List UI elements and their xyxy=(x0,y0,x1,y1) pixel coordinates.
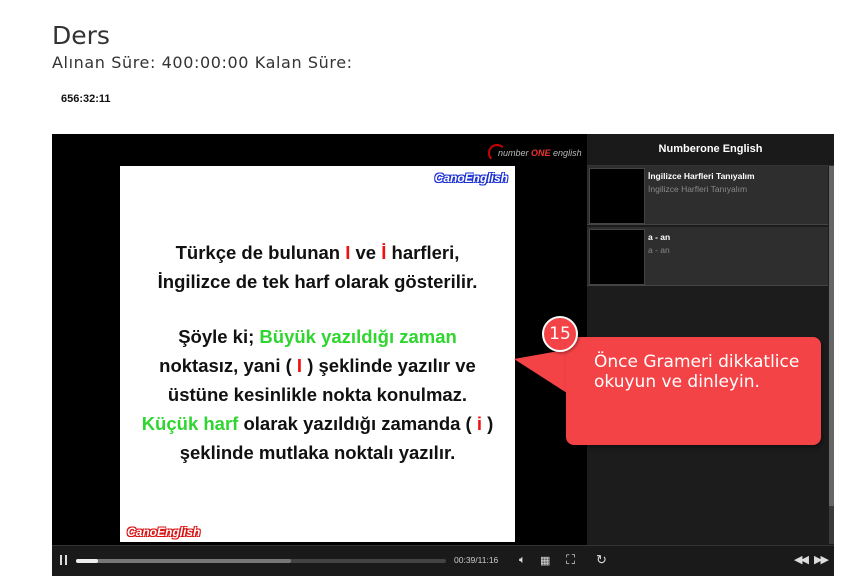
time-info: Alınan Süre: 400:00:00 Kalan Süre: xyxy=(52,53,353,72)
progress-bar[interactable] xyxy=(76,559,446,563)
countdown-timer: 656:32:11 xyxy=(61,93,111,105)
playlist-item[interactable]: İngilizce Harfleri Tanıyalım İngilizce H… xyxy=(587,166,828,225)
hd-icon[interactable]: ▦ xyxy=(540,554,550,567)
slide-line: Türkçe de bulunan I ve İ harfleri, xyxy=(175,242,460,263)
playlist-item-title: İngilizce Harfleri Tanıyalım xyxy=(648,171,755,181)
video-screen[interactable]: number ONE english CanoEnglish Türkçe de… xyxy=(52,134,587,545)
slide-line: üstüne kesinlikle nokta konulmaz. xyxy=(167,384,468,405)
progress-played xyxy=(76,559,99,563)
previous-icon[interactable]: ◀◀ xyxy=(794,553,809,566)
channel-logo: number ONE english xyxy=(488,144,582,162)
playlist-item[interactable]: a - an a - an xyxy=(587,227,828,286)
playlist-title: Numberone English xyxy=(587,134,834,166)
callout-text: Önce Grameri dikkatlice okuyun ve dinley… xyxy=(594,352,800,392)
logo-swoosh-icon xyxy=(488,144,506,162)
step-badge: 15 xyxy=(542,316,578,352)
fullscreen-icon[interactable]: ⛶ xyxy=(566,552,575,568)
tutorial-callout: Önce Grameri dikkatlice okuyun ve dinley… xyxy=(566,337,821,445)
time-display: 00:39/11:16 xyxy=(454,555,499,565)
playlist-scrollbar[interactable] xyxy=(829,166,834,544)
volume-icon[interactable]: 🔈︎ xyxy=(519,554,526,567)
slide-brand-logo: CanoEnglish xyxy=(434,171,508,185)
slide-brand-logo: CanoEnglish xyxy=(127,525,201,539)
slide-text: Türkçe de bulunan I ve İ harfleri, İngil… xyxy=(120,238,515,467)
page-title: Ders xyxy=(52,20,110,50)
playlist-item-desc: a - an xyxy=(648,245,670,255)
refresh-icon[interactable]: ↻ xyxy=(596,552,607,568)
slide-line: Şöyle ki; Büyük yazıldığı zaman xyxy=(178,326,457,347)
playlist-thumbnail xyxy=(589,229,645,285)
playlist-item-title: a - an xyxy=(648,232,671,242)
playlist-item-desc: İngilizce Harfleri Tanıyalım xyxy=(648,184,748,194)
slide-line: noktasız, yani ( I ) şeklinde yazılır ve xyxy=(159,355,476,376)
slide-line: Küçük harf olarak yazıldığı zamanda ( i … xyxy=(141,413,494,434)
slide-line: şeklinde mutlaka noktalı yazılır. xyxy=(179,442,456,463)
slide-line: İngilizce de tek harf olarak gösterilir. xyxy=(157,271,478,292)
scrollbar-thumb[interactable] xyxy=(829,166,834,506)
progress-buffered xyxy=(76,559,291,563)
playlist-thumbnail xyxy=(589,168,645,224)
callout-pointer xyxy=(514,349,570,395)
control-bar: 00:39/11:16 🔈︎ ▦ ⛶ ↻ ◀◀ ▶▶ xyxy=(52,545,834,576)
next-icon[interactable]: ▶▶ xyxy=(814,553,829,566)
lesson-slide: CanoEnglish Türkçe de bulunan I ve İ har… xyxy=(120,166,515,542)
